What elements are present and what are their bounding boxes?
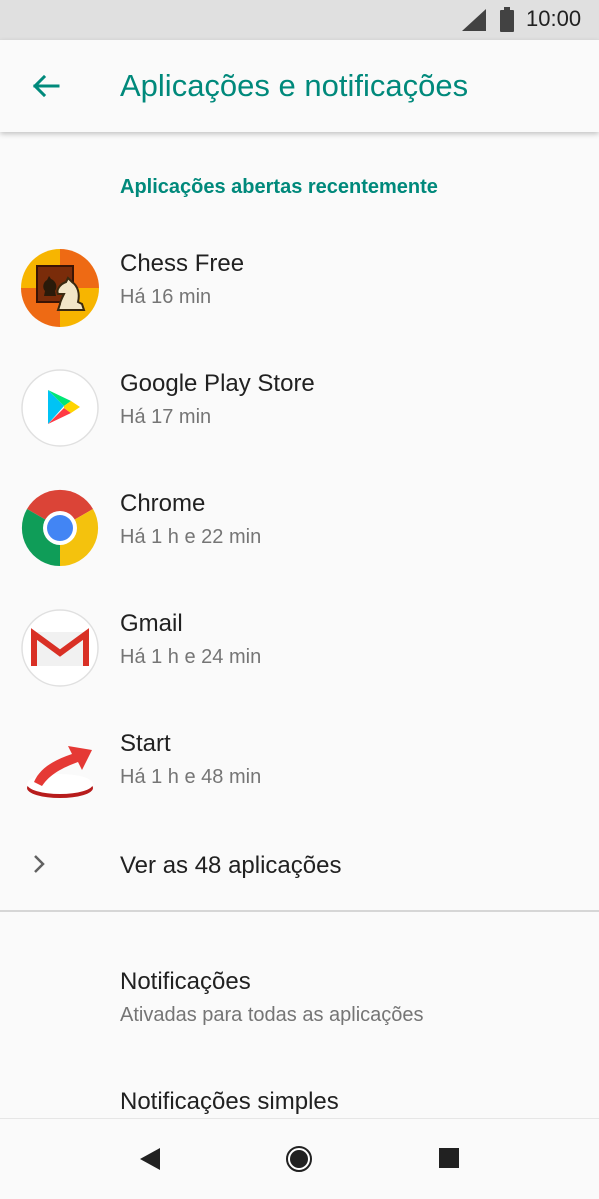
app-last-opened: Há 16 min [120, 286, 212, 308]
setting-title: Notificações simples [120, 1088, 339, 1115]
status-bar: 10:00 [0, 0, 599, 40]
app-row-gmail[interactable]: Gmail Há 1 h e 24 min [0, 594, 599, 714]
google-play-store-icon [21, 369, 99, 447]
chevron-right-icon [34, 855, 45, 873]
see-all-apps-button[interactable]: Ver as 48 aplicações [0, 838, 599, 894]
app-bar: Aplicações e notificações [0, 40, 599, 132]
signal-icon [462, 9, 486, 31]
app-name: Gmail [120, 610, 183, 637]
recents-nav-icon[interactable] [439, 1148, 459, 1168]
app-row-google-play-store[interactable]: Google Play Store Há 17 min [0, 354, 599, 474]
app-name: Chess Free [120, 250, 245, 277]
notifications-setting[interactable]: Notificações Ativadas para todas as apli… [0, 968, 599, 1048]
start-icon [27, 746, 93, 798]
app-last-opened: Há 17 min [120, 406, 212, 428]
back-nav-icon[interactable] [139, 1147, 161, 1171]
app-row-chrome[interactable]: Chrome Há 1 h e 22 min [0, 474, 599, 594]
app-name: Chrome [120, 490, 206, 517]
chess-free-icon [21, 249, 99, 327]
gmail-icon [21, 609, 99, 687]
chrome-icon [21, 489, 99, 567]
settings-content[interactable]: Aplicações abertas recentemente Chess Fr… [0, 132, 599, 1118]
simple-notifications-setting[interactable]: Notificações simples [0, 1088, 599, 1118]
app-last-opened: Há 1 h e 48 min [120, 766, 262, 788]
page-title: Aplicações e notificações [120, 68, 469, 103]
recent-apps-header: Aplicações abertas recentemente [120, 176, 438, 198]
app-name: Google Play Store [120, 370, 315, 397]
app-last-opened: Há 1 h e 22 min [120, 526, 262, 548]
app-last-opened: Há 1 h e 24 min [120, 646, 262, 668]
app-name: Start [120, 730, 171, 757]
divider [0, 910, 599, 912]
home-nav-icon[interactable] [286, 1146, 312, 1172]
status-time: 10:00 [526, 6, 582, 31]
battery-icon [500, 7, 514, 32]
setting-title: Notificações [120, 968, 251, 995]
navigation-bar [0, 1118, 599, 1199]
see-all-apps-label: Ver as 48 aplicações [120, 852, 342, 879]
arrow-back-icon[interactable] [30, 70, 62, 102]
app-row-chess-free[interactable]: Chess Free Há 16 min [0, 234, 599, 354]
app-row-start[interactable]: Start Há 1 h e 48 min [0, 714, 599, 834]
setting-summary: Ativadas para todas as aplicações [120, 1004, 424, 1026]
